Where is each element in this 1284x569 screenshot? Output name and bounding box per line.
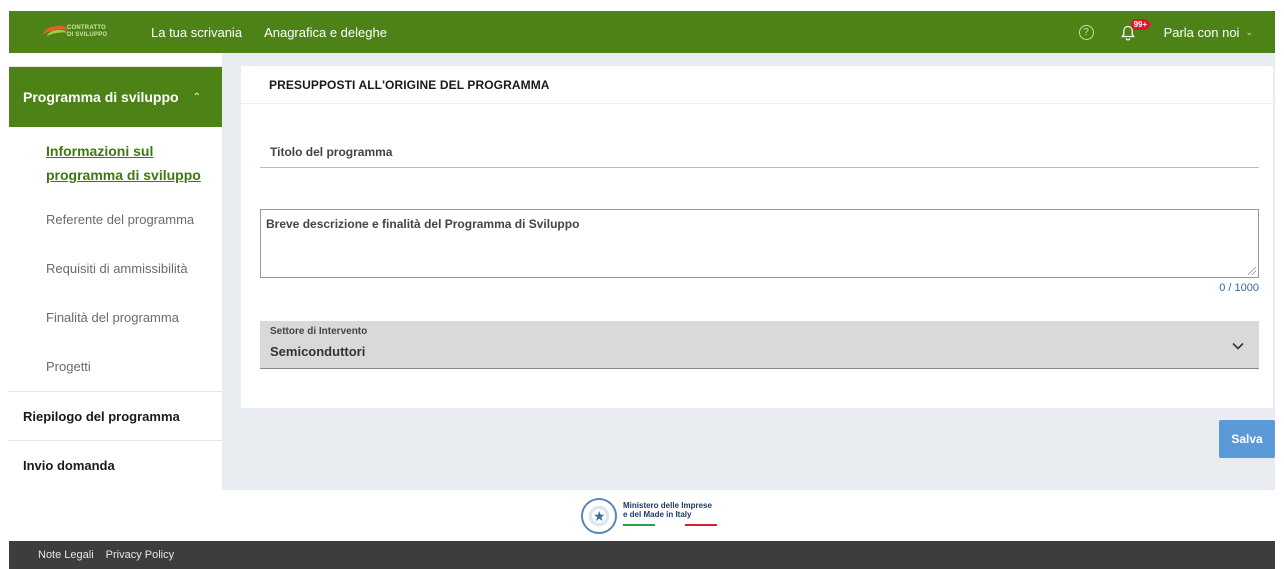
sidebar-item-invio-domanda[interactable]: Invio domanda — [9, 440, 222, 489]
save-button[interactable]: Salva — [1219, 420, 1275, 458]
parla-con-noi-menu[interactable]: Parla con noi ⌄ — [1164, 25, 1253, 40]
select-value: Semiconduttori — [270, 344, 366, 359]
parla-con-noi-label: Parla con noi — [1163, 24, 1240, 40]
footer-link-privacy-policy[interactable]: Privacy Policy — [106, 549, 174, 561]
page-content: Programma di sviluppo ⌃ Informazioni sul… — [9, 53, 1275, 490]
footer-link-note-legali[interactable]: Note Legali — [38, 549, 94, 561]
contratto-di-sviluppo-logo[interactable]: CONTRATTO DI SVILUPPO — [37, 11, 147, 53]
sidebar: Programma di sviluppo ⌃ Informazioni sul… — [9, 53, 222, 490]
sidebar-subitem-progetti[interactable]: Progetti — [9, 342, 222, 391]
descrizione-textarea[interactable]: Breve descrizione e finalità del Program… — [260, 209, 1259, 278]
nav-la-tua-scrivania[interactable]: La tua scrivania — [151, 25, 242, 40]
nav-anagrafica-e-deleghe[interactable]: Anagrafica e deleghe — [264, 25, 387, 40]
star-icon: ★ — [593, 508, 606, 524]
flag-bar-red — [685, 524, 717, 526]
descrizione-placeholder: Breve descrizione e finalità del Program… — [266, 217, 580, 231]
sidebar-top-edge — [9, 53, 222, 67]
top-navbar: CONTRATTO DI SVILUPPO La tua scrivania A… — [9, 11, 1275, 53]
sidebar-subitem-referente[interactable]: Referente del programma — [9, 195, 222, 244]
ministry-logo: ★ Ministero delle Imprese e del Made in … — [581, 497, 741, 535]
settore-intervento-select[interactable]: Settore di Intervento Semiconduttori — [260, 321, 1259, 369]
character-counter: 0 / 1000 — [1219, 282, 1259, 294]
chevron-up-icon: ⌃ — [192, 91, 201, 103]
notifications-button[interactable]: 99+ — [1120, 19, 1151, 43]
ministry-name: Ministero delle Imprese e del Made in It… — [623, 501, 712, 519]
chevron-down-icon — [1232, 342, 1244, 350]
logo-text: CONTRATTO DI SVILUPPO — [67, 25, 108, 38]
header-actions: ? 99+ Parla con noi ⌄ — [1078, 19, 1275, 43]
select-label: Settore di Intervento — [270, 326, 368, 337]
notification-badge: 99+ — [1130, 19, 1151, 30]
section-title: PRESUPPOSTI ALL'ORIGINE DEL PROGRAMMA — [241, 66, 1273, 104]
sidebar-item-riepilogo[interactable]: Riepilogo del programma — [9, 391, 222, 440]
sidebar-item-label: Programma di sviluppo — [23, 89, 179, 105]
question-circle-icon[interactable]: ? — [1078, 24, 1094, 40]
chevron-down-icon: ⌄ — [1245, 26, 1253, 37]
sidebar-subitem-finalita[interactable]: Finalità del programma — [9, 293, 222, 342]
flag-bar-green — [623, 524, 655, 526]
sidebar-subitem-requisiti[interactable]: Requisiti di ammissibilità — [9, 244, 222, 293]
footer: Note Legali Privacy Policy — [9, 541, 1275, 569]
titolo-programma-input[interactable]: Titolo del programma — [260, 140, 1259, 168]
form-card: PRESUPPOSTI ALL'ORIGINE DEL PROGRAMMA Ti… — [241, 66, 1273, 408]
italian-republic-emblem-icon: ★ — [581, 498, 617, 534]
sidebar-item-programma-di-sviluppo[interactable]: Programma di sviluppo ⌃ — [9, 67, 222, 127]
resize-handle-icon[interactable] — [1248, 267, 1256, 275]
sidebar-subitem-informazioni[interactable]: Informazioni sul programma di sviluppo — [9, 127, 204, 195]
